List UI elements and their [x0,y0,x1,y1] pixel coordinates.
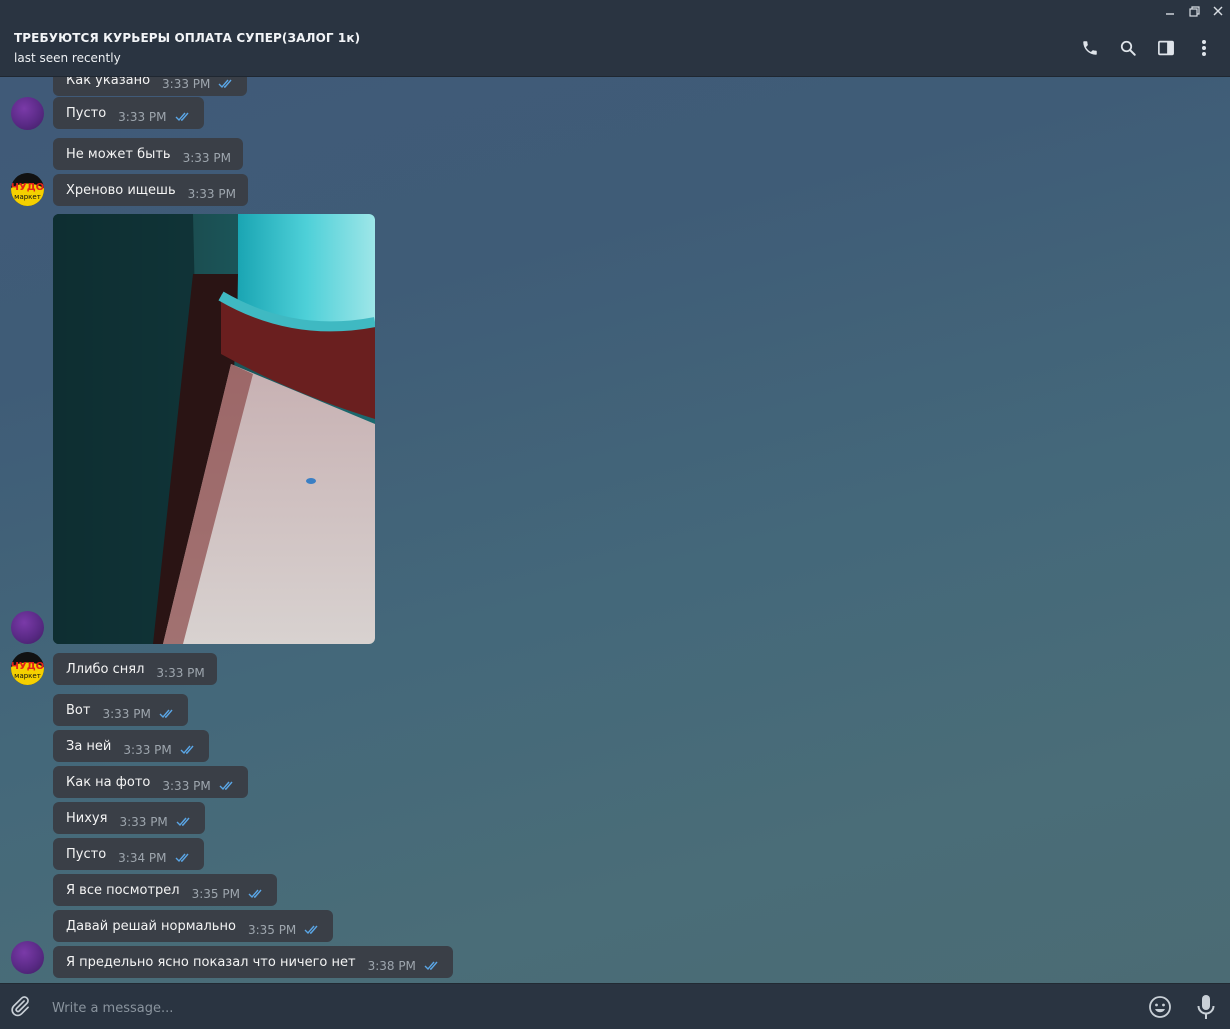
message-text: Давай решай нормально [66,918,236,934]
restore-icon [1188,5,1200,17]
chat-title[interactable]: ТРЕБУЮТСЯ КУРЬЕРЫ ОПЛАТА СУПЕР(ЗАЛОГ 1к) [14,31,360,45]
message-time: 3:34 PM [118,851,167,865]
message-bubble[interactable]: Давай решай нормально 3:35 PM [53,910,334,942]
mic-icon [1197,995,1215,1019]
message-bubble[interactable]: Хреново ищешь 3:33 PM [53,174,248,206]
avatar[interactable] [11,941,44,974]
avatar[interactable]: ЧУДО маркет [11,652,44,685]
message-text: Вот [66,702,91,718]
message-text: Я все посмотрел [66,882,180,898]
store-logo-icon: ЧУДО маркет [11,652,44,685]
message-time: 3:35 PM [191,887,240,901]
message-time: 3:33 PM [162,779,211,793]
sidebar-icon [1158,40,1174,56]
window-controls [1158,0,1230,22]
close-icon [1213,6,1223,16]
voice-button[interactable] [1196,994,1216,1024]
message-bubble[interactable]: Как на фото 3:33 PM [53,766,248,798]
message-text: Пусто [66,105,107,121]
search-icon [1120,40,1136,56]
message-time: 3:33 PM [156,666,205,680]
phone-icon [1083,41,1097,55]
more-button[interactable] [1192,36,1216,60]
message-time: 3:35 PM [247,923,297,937]
minimize-icon [1166,13,1174,15]
avatar[interactable] [11,97,44,130]
message-composer [0,983,1230,1029]
message-text: Как на фото [66,774,151,790]
double-check-icon [159,709,173,719]
logo-text-bottom: маркет [14,193,41,201]
message-bubble[interactable]: Не может быть 3:33 PM [53,138,243,170]
close-window-button[interactable] [1206,0,1230,22]
double-check-icon [218,79,232,89]
message-time: 3:33 PM [182,151,231,165]
call-button[interactable] [1078,36,1102,60]
message-bubble[interactable]: Вот 3:33 PM [53,694,188,726]
chat-header: ТРЕБУЮТСЯ КУРЬЕРЫ ОПЛАТА СУПЕР(ЗАЛОГ 1к)… [0,0,1230,77]
message-bubble[interactable]: За ней 3:33 PM [53,730,209,762]
attach-button[interactable] [9,995,31,1021]
restore-button[interactable] [1182,0,1206,22]
double-check-icon [248,889,262,899]
minimize-button[interactable] [1158,0,1182,22]
message-bubble[interactable]: Я все посмотрел 3:35 PM [53,874,277,906]
chat-status: last seen recently [14,51,121,65]
message-text: Я предельно ясно показал что ничего нет [66,954,356,970]
logo-text-bottom: маркет [14,672,41,680]
message-time: 3:33 PM [123,743,172,757]
double-check-icon [175,853,189,863]
double-check-icon [175,112,189,122]
emoji-button[interactable] [1148,995,1172,1023]
attach-icon [11,996,29,1017]
message-bubble[interactable]: Как указано 3:33 PM [53,77,248,96]
photo-message[interactable] [53,214,375,644]
message-text: Пусто [66,846,107,862]
more-icon [1202,40,1206,56]
message-list[interactable]: Как указано 3:33 PM Пусто 3:33 PM Не мож… [0,77,1230,983]
search-button[interactable] [1116,36,1140,60]
double-check-icon [219,781,233,791]
message-text: Нихуя [66,810,108,826]
message-time: 3:33 PM [162,77,211,91]
logo-text-top: ЧУДО [11,661,44,672]
message-time: 3:33 PM [118,110,167,124]
message-text: Хреново ищешь [66,182,176,198]
double-check-icon [180,745,194,755]
message-input[interactable] [50,996,954,1020]
message-bubble[interactable]: Ллибо снял 3:33 PM [53,653,217,685]
double-check-icon [176,817,190,827]
message-text: Ллибо снял [66,661,145,677]
header-actions [1078,36,1216,60]
message-text: За ней [66,738,112,754]
message-time: 3:38 PM [367,959,416,973]
logo-text-top: ЧУДО [11,182,44,193]
double-check-icon [424,961,438,971]
sidebar-toggle-button[interactable] [1154,36,1178,60]
photo-image [53,214,375,644]
message-bubble[interactable]: Пусто 3:33 PM [53,97,204,129]
message-bubble[interactable]: Я предельно ясно показал что ничего нет … [53,946,453,978]
avatar[interactable] [11,611,44,644]
message-time: 3:33 PM [187,187,236,201]
message-text: Не может быть [66,146,171,162]
message-bubble[interactable]: Пусто 3:34 PM [53,838,204,870]
message-text: Как указано [66,77,151,88]
message-time: 3:33 PM [119,815,168,829]
message-bubble[interactable]: Нихуя 3:33 PM [53,802,205,834]
emoji-icon [1149,996,1171,1018]
message-time: 3:33 PM [102,707,151,721]
double-check-icon [304,925,318,935]
avatar[interactable]: ЧУДО маркет [11,173,44,206]
store-logo-icon: ЧУДО маркет [11,173,44,206]
